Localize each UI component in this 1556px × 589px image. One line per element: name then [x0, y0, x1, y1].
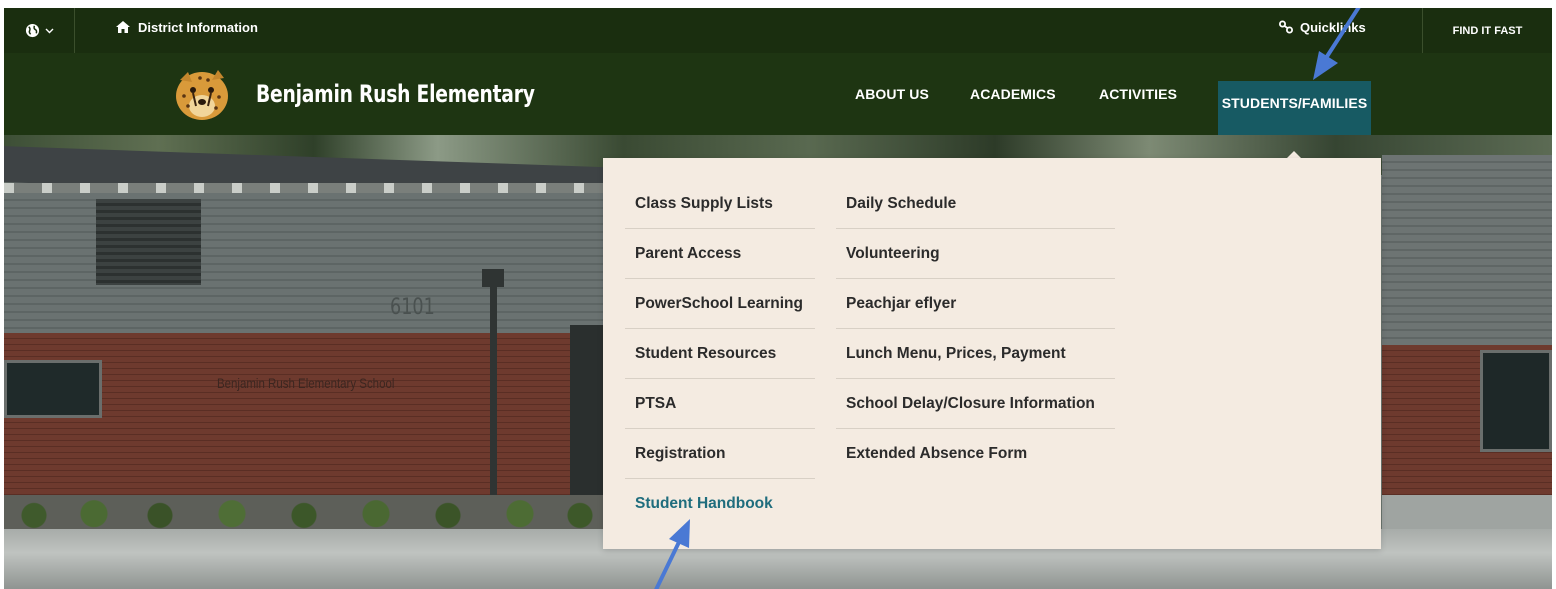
- page-frame: District Information Quicklinks FIND IT …: [4, 8, 1552, 589]
- annotation-arrow-bottom: [654, 519, 690, 589]
